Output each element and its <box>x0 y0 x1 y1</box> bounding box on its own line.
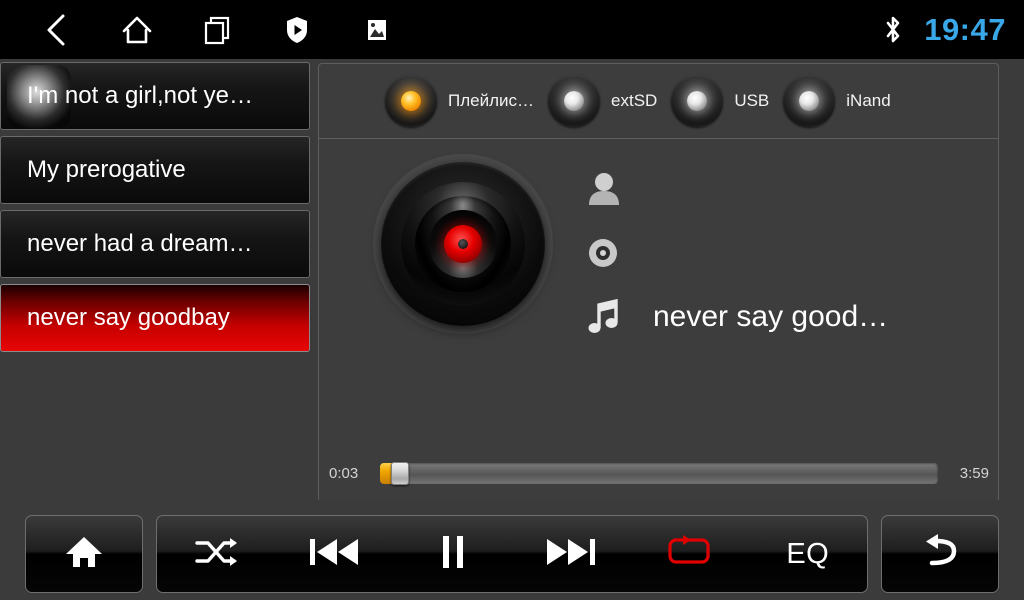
vinyl-record-icon <box>373 154 553 334</box>
list-item-label: My prerogative <box>27 156 186 183</box>
status-bar: 19:47 <box>0 0 1024 59</box>
led-indicator <box>671 75 724 127</box>
metadata-artist-row <box>587 157 977 221</box>
seek-bar: 0:03 3:59 <box>329 460 989 486</box>
repeat-icon <box>666 534 712 575</box>
now-playing: never say good… 0:03 3:59 <box>319 139 998 502</box>
tab-label: extSD <box>611 91 658 110</box>
previous-button[interactable] <box>275 515 393 593</box>
duration-time: 3:59 <box>959 464 989 482</box>
back-icon[interactable] <box>28 7 86 53</box>
home-filled-icon <box>64 533 104 576</box>
elapsed-time: 0:03 <box>329 464 359 482</box>
return-arrow-icon <box>920 533 960 576</box>
tab-label: iNand <box>846 91 891 110</box>
disc-icon <box>587 237 635 269</box>
tab-playlist[interactable]: Плейлис… <box>385 75 534 127</box>
seek-thumb[interactable] <box>391 461 409 485</box>
next-button[interactable] <box>512 515 630 593</box>
led-indicator-on <box>385 75 437 127</box>
tab-label: Плейлис… <box>448 91 535 110</box>
previous-track-icon <box>307 535 361 574</box>
play-pause-button[interactable] <box>394 515 512 593</box>
source-tabs: Плейлис… extSD USB iNand <box>319 64 998 139</box>
gallery-icon[interactable] <box>348 7 406 53</box>
tab-inand[interactable]: iNand <box>783 75 891 127</box>
person-icon <box>587 171 635 207</box>
tab-label: USB <box>734 91 770 110</box>
shield-play-icon[interactable] <box>268 7 326 53</box>
status-bar-nav-icons <box>28 7 406 53</box>
playlist: I'm not a girl,not ye… My prerogative ne… <box>0 62 310 502</box>
bluetooth-icon[interactable] <box>878 7 908 53</box>
repeat-button[interactable] <box>630 515 748 593</box>
back-button[interactable] <box>881 515 999 593</box>
next-track-icon <box>544 535 598 574</box>
eq-button[interactable]: EQ <box>749 515 867 593</box>
equalizer-label: EQ <box>786 537 830 570</box>
player-screen: 19:47 I'm not a girl,not ye… My prerogat… <box>0 0 1024 600</box>
tab-extsd[interactable]: extSD <box>548 75 657 127</box>
list-item[interactable]: never had a dream… <box>0 210 310 278</box>
metadata-album-row <box>587 221 977 285</box>
list-item-label: never say goodbay <box>27 304 230 331</box>
music-note-icon <box>587 297 635 337</box>
status-bar-right: 19:47 <box>878 0 1006 59</box>
led-indicator <box>783 75 836 127</box>
status-bar-clock: 19:47 <box>924 12 1006 47</box>
shuffle-icon <box>194 536 238 573</box>
pause-icon <box>438 534 468 575</box>
track-metadata: never say good… <box>587 157 977 349</box>
list-item-selected[interactable]: never say goodbay <box>0 284 310 352</box>
metadata-title-row: never say good… <box>587 285 977 349</box>
tab-usb[interactable]: USB <box>671 75 769 127</box>
list-item-label: I'm not a girl,not ye… <box>27 82 254 109</box>
home-icon[interactable] <box>108 7 166 53</box>
list-item[interactable]: I'm not a girl,not ye… <box>0 62 310 130</box>
led-indicator <box>548 75 601 127</box>
recent-apps-icon[interactable] <box>188 7 246 53</box>
title-value: never say good… <box>653 300 889 333</box>
list-item[interactable]: My prerogative <box>0 136 310 204</box>
control-bar: EQ <box>0 500 1024 600</box>
main-panel: Плейлис… extSD USB iNand never say good…… <box>318 63 999 503</box>
list-item-label: never had a dream… <box>27 230 253 257</box>
shuffle-button[interactable] <box>157 515 275 593</box>
home-button[interactable] <box>25 515 143 593</box>
transport-controls: EQ <box>156 515 868 593</box>
seek-slider[interactable] <box>380 461 938 485</box>
